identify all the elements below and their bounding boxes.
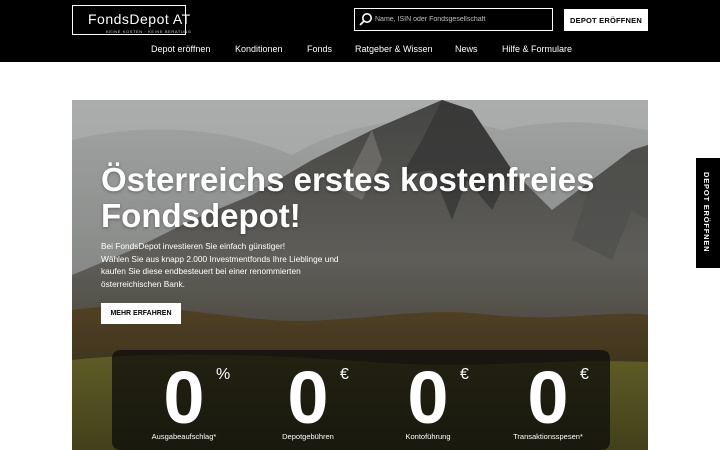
hero-text-line: Bei FondsDepot investieren Sie einfach g… (101, 241, 286, 251)
search-box[interactable] (354, 8, 553, 31)
search-input[interactable] (375, 11, 547, 27)
stat-label: Ausgabeaufschlag* (151, 432, 217, 441)
side-open-depot-tab[interactable]: DEPOT ERÖFFNEN (696, 158, 720, 268)
hero-description: Bei FondsDepot investieren Sie einfach g… (101, 240, 371, 290)
nav-item-konditionen[interactable]: Konditionen (235, 44, 283, 54)
nav-item-news[interactable]: News (455, 44, 478, 54)
stat-unit: % (216, 366, 231, 383)
stat-unit: € (580, 366, 589, 383)
search-icon[interactable] (359, 12, 373, 26)
logo-title[interactable]: FondsDepot AT (88, 11, 191, 27)
hero-banner: Österreichs erstes kostenfreies Fondsdep… (72, 100, 648, 450)
nav-item-fonds[interactable]: Fonds (307, 44, 332, 54)
hero-text-line: Wählen Sie aus knapp 2.000 Investmentfon… (101, 253, 339, 264)
stat-unit: € (340, 366, 349, 383)
side-tab-label: DEPOT ERÖFFNEN (702, 172, 711, 253)
stat-kontofuehrung: 0 € Kontoführung (368, 360, 488, 450)
stat-transaktionsspesen: 0 € Transaktionsspesen* (488, 360, 608, 450)
stat-value: 0 (287, 356, 329, 439)
stat-value: 0 (407, 356, 449, 439)
logo-tagline: KEINE KOSTEN · KEINE BERATUNG (106, 29, 192, 34)
stat-label: Transaktionsspesen* (513, 432, 583, 441)
stat-ausgabeaufschlag: 0 % Ausgabeaufschlag* (124, 360, 244, 450)
nav-item-ratgeber[interactable]: Ratgeber & Wissen (355, 44, 433, 54)
hero-title: Österreichs erstes kostenfreies Fondsdep… (101, 161, 595, 234)
stat-depotgebuehren: 0 € Depotgebühren (248, 360, 368, 450)
stat-label: Depotgebühren (282, 432, 334, 441)
stat-label: Kontoführung (405, 432, 451, 441)
header-bar: FondsDepot AT KEINE KOSTEN · KEINE BERAT… (0, 0, 720, 62)
hero-text-line: kaufen Sie diese endbesteuert bei einer … (101, 266, 301, 276)
main-nav: Depot eröffnen Konditionen Fonds Ratgebe… (0, 44, 720, 58)
stat-value: 0 (527, 356, 569, 439)
nav-item-depot-eroeffnen[interactable]: Depot eröffnen (151, 44, 210, 54)
learn-more-button[interactable]: MEHR ERFAHREN (101, 303, 181, 324)
nav-item-hilfe[interactable]: Hilfe & Formulare (502, 44, 572, 54)
stat-unit: € (460, 366, 469, 383)
hero-text-line: österreichischen Bank. (101, 278, 185, 289)
open-depot-button[interactable]: DEPOT ERÖFFNEN (564, 9, 648, 31)
